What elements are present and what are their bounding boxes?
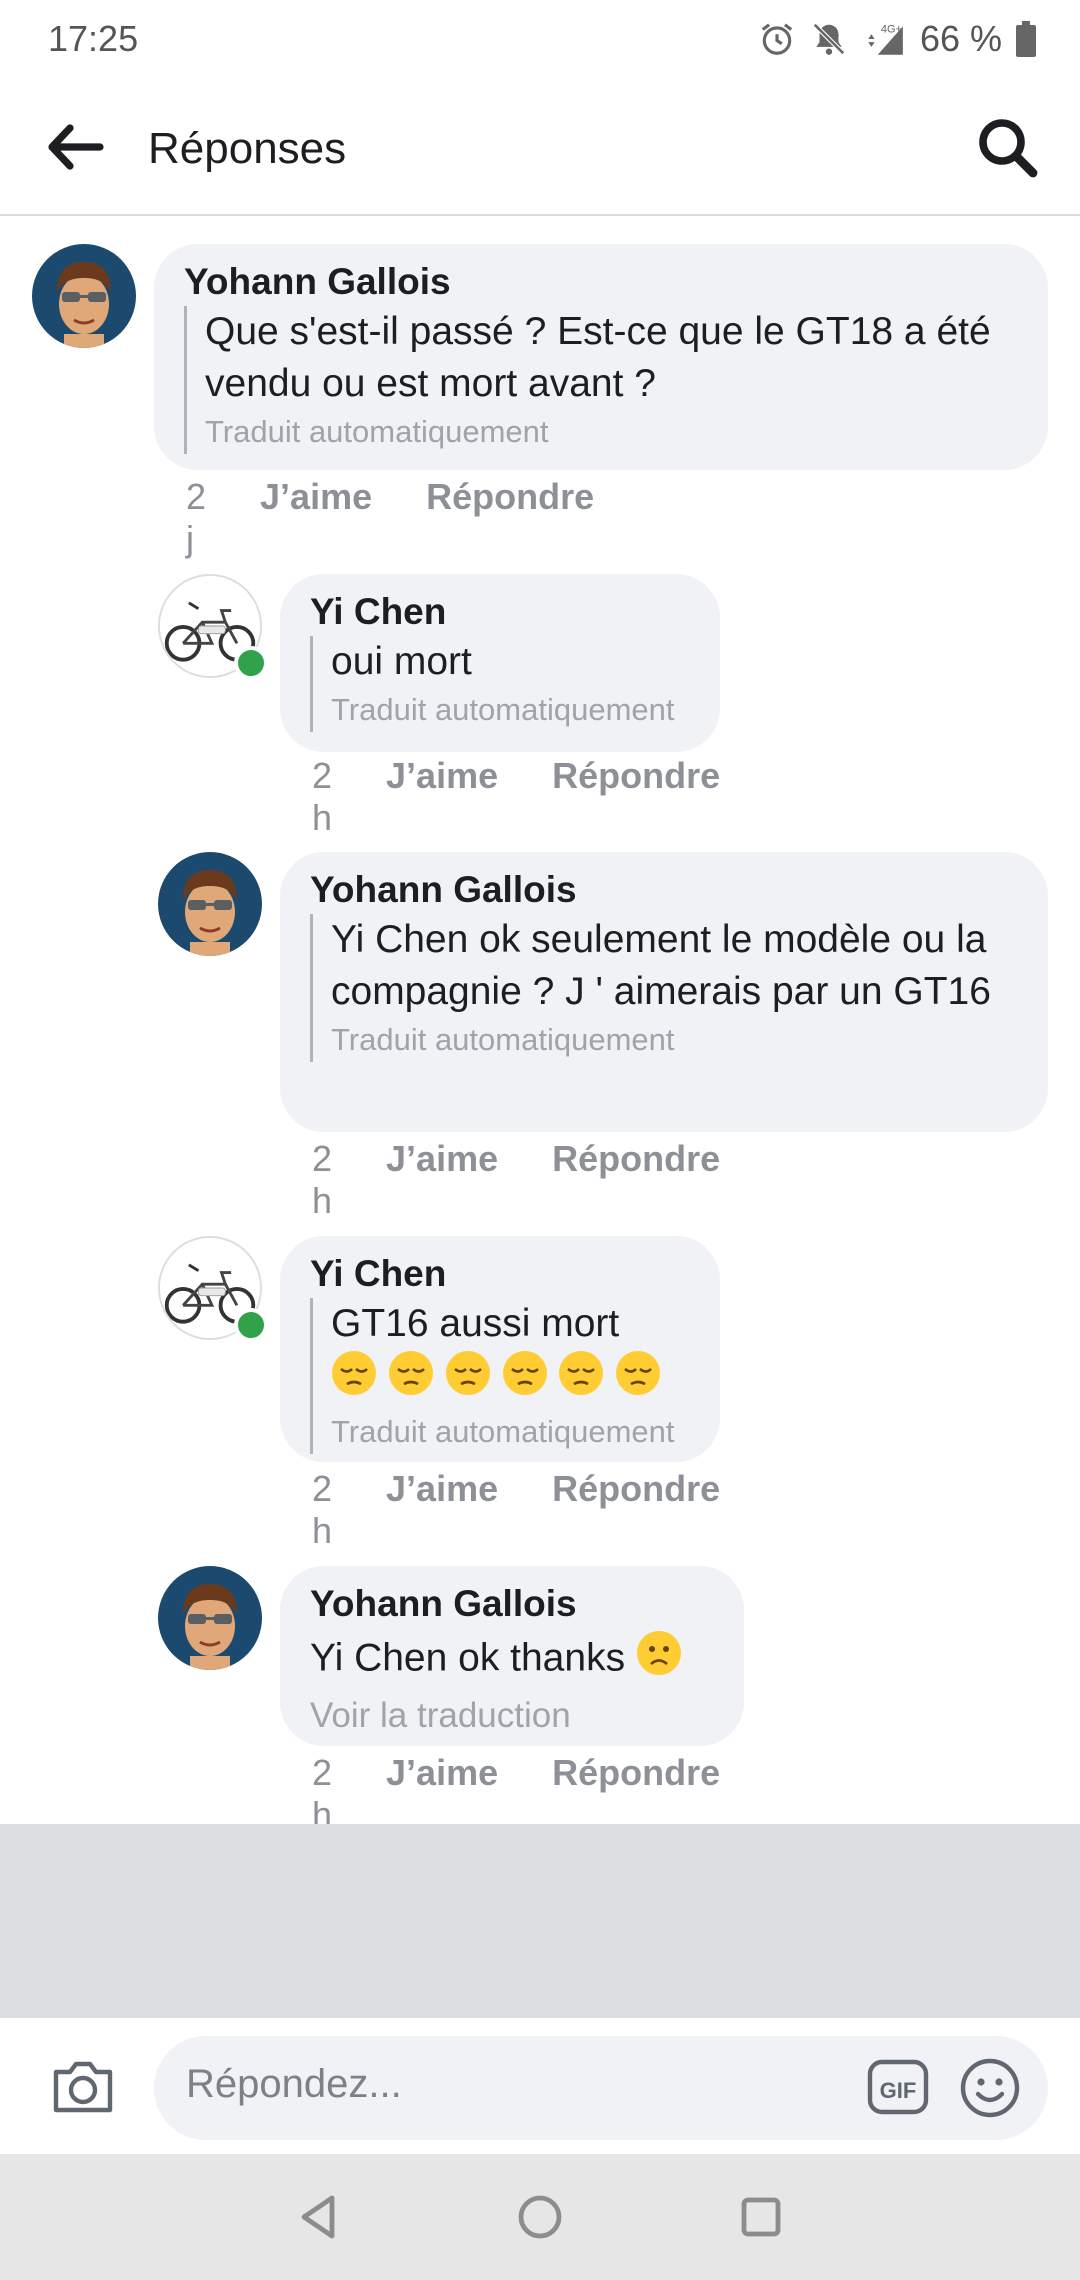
comment-bubble[interactable]: Yohann Gallois Yi Chen ok thanks Voir la… <box>280 1566 744 1746</box>
gif-button[interactable]: GIF <box>866 2056 930 2118</box>
nav-home-button[interactable] <box>515 2192 565 2242</box>
pensive-face-icon <box>388 1350 434 1410</box>
svg-text:GIF: GIF <box>880 2078 917 2103</box>
alarm-icon <box>758 20 796 58</box>
like-button[interactable]: J’aime <box>260 476 372 560</box>
pensive-face-icon <box>331 1350 377 1410</box>
translation-note[interactable]: Traduit automatiquement <box>331 1018 1018 1062</box>
like-button[interactable]: J’aime <box>386 1138 498 1222</box>
comment-time: 2 h <box>312 1468 333 1551</box>
camera-icon <box>50 2061 116 2120</box>
translated-quote: Que s'est-il passé ? Est-ce que le GT18 … <box>184 306 1018 454</box>
pensive-face-icon <box>558 1350 604 1410</box>
pensive-face-icon <box>445 1350 491 1410</box>
comment-author[interactable]: Yi Chen <box>310 590 690 634</box>
triangle-back-icon <box>294 2195 344 2246</box>
comment-time: 2 j <box>186 476 207 559</box>
search-icon <box>976 119 1040 184</box>
online-indicator <box>234 646 268 680</box>
notifications-off-icon <box>810 20 848 58</box>
like-button[interactable]: J’aime <box>386 755 498 839</box>
empty-area <box>0 1824 1080 2018</box>
avatar[interactable] <box>158 1566 262 1670</box>
status-icons: 4G+ 66 % <box>758 18 1036 60</box>
comment-text: Yi Chen ok thanks <box>310 1636 626 1680</box>
translation-note[interactable]: Traduit automatiquement <box>331 1410 690 1454</box>
battery-icon <box>1016 21 1036 57</box>
reply-button[interactable]: Répondre <box>552 1138 720 1222</box>
page-title: Réponses <box>148 124 347 173</box>
avatar[interactable] <box>32 244 136 348</box>
emoji-button[interactable] <box>958 2056 1022 2120</box>
reply-button[interactable]: Répondre <box>426 476 594 560</box>
battery-level: 66 % <box>919 18 1002 59</box>
translation-note[interactable]: Traduit automatiquement <box>331 688 690 732</box>
svg-text:4G+: 4G+ <box>881 24 902 36</box>
reply-composer: Répondez... GIF <box>0 2018 1080 2154</box>
reply-placeholder: Répondez... <box>186 2062 402 2106</box>
reply-input[interactable]: Répondez... GIF <box>154 2036 1048 2140</box>
status-time: 17:25 <box>48 18 139 59</box>
avatar[interactable] <box>158 852 262 956</box>
comment-actions: 2 h J’aime Répondre <box>312 1138 720 1222</box>
camera-button[interactable] <box>50 2056 116 2116</box>
frowning-face-icon <box>636 1630 682 1690</box>
comment-text: Yi Chen ok seulement le modèle ou la com… <box>331 918 991 1013</box>
online-indicator <box>234 1308 268 1342</box>
smiley-icon <box>958 2058 1022 2124</box>
comment-text: Que s'est-il passé ? Est-ce que le GT18 … <box>205 310 991 405</box>
translated-quote: oui mort Traduit automatiquement <box>310 636 690 732</box>
comment-author[interactable]: Yohann Gallois <box>310 868 1018 912</box>
gif-icon: GIF <box>866 2059 930 2122</box>
comment-bubble[interactable]: Yi Chen GT16 aussi mort Traduit automati… <box>280 1236 720 1462</box>
translated-quote: Yi Chen ok seulement le modèle ou la com… <box>310 914 1018 1062</box>
system-nav-bar <box>0 2154 1080 2280</box>
pensive-face-icon <box>615 1350 661 1410</box>
emoji-row <box>331 1350 690 1410</box>
comment-author[interactable]: Yi Chen <box>310 1252 690 1296</box>
reply-button[interactable]: Répondre <box>552 755 720 839</box>
comment-bubble[interactable]: Yohann Gallois Yi Chen ok seulement le m… <box>280 852 1048 1132</box>
nav-recents-button[interactable] <box>736 2192 786 2242</box>
circle-home-icon <box>515 2195 565 2246</box>
comment-actions: 2 j J’aime Répondre <box>186 476 594 560</box>
comment-text: oui mort <box>331 640 472 683</box>
comment-time: 2 h <box>312 755 333 838</box>
comment-author[interactable]: Yohann Gallois <box>184 260 1018 304</box>
translation-note[interactable]: Traduit automatiquement <box>205 410 1018 454</box>
nav-back-button[interactable] <box>294 2192 344 2242</box>
comment-author[interactable]: Yohann Gallois <box>310 1582 714 1626</box>
app-header: Réponses <box>0 80 1080 216</box>
like-button[interactable]: J’aime <box>386 1468 498 1552</box>
comment-bubble[interactable]: Yohann Gallois Que s'est-il passé ? Est-… <box>154 244 1048 470</box>
comment-actions: 2 h J’aime Répondre <box>312 1468 720 1552</box>
comment-text: GT16 aussi mort <box>331 1302 620 1345</box>
back-button[interactable] <box>44 120 104 174</box>
status-bar: 17:25 4G+ 66 % <box>0 0 1080 80</box>
comment-actions: 2 h J’aime Répondre <box>312 755 720 839</box>
reply-button[interactable]: Répondre <box>552 1468 720 1552</box>
comment-text-row: Yi Chen ok thanks <box>310 1630 714 1690</box>
pensive-face-icon <box>502 1350 548 1410</box>
arrow-left-icon <box>44 124 104 178</box>
see-translation-link[interactable]: Voir la traduction <box>310 1690 714 1742</box>
search-button[interactable] <box>976 116 1040 180</box>
signal-icon: 4G+ <box>862 20 906 58</box>
square-recents-icon <box>736 2197 786 2246</box>
comment-time: 2 h <box>312 1138 333 1221</box>
translated-quote: GT16 aussi mort Traduit automatiquement <box>310 1298 690 1454</box>
comment-bubble[interactable]: Yi Chen oui mort Traduit automatiquement <box>280 574 720 752</box>
